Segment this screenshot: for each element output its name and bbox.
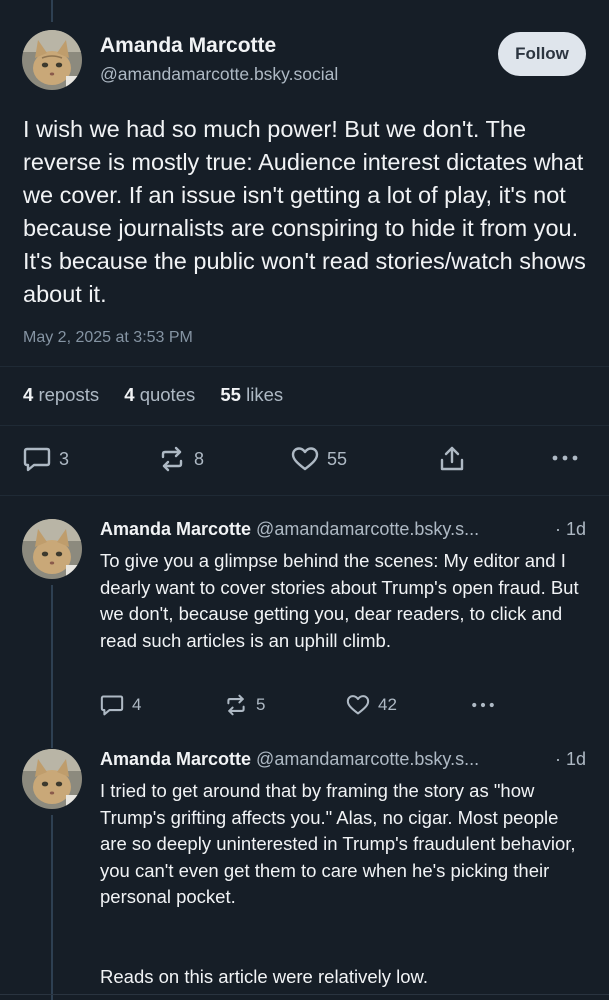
reply-author[interactable]: Amanda Marcotte @amandamarcotte.bsky.s..… [100,519,479,540]
speech-bubble-icon [100,695,124,716]
post-text: I wish we had so much power! But we don'… [23,116,586,307]
thread-line-top [51,0,53,22]
repost-count: 5 [256,695,266,714]
reply-avatar[interactable] [22,749,82,809]
repost-button[interactable]: 8 [158,446,204,472]
more-dots-icon [552,455,578,461]
repost-button[interactable]: 5 [224,694,265,716]
repost-count: 8 [194,448,205,469]
reply-count: 4 [132,695,142,714]
cat-avatar-image [22,30,82,90]
reply-text: I tried to get around that by framing th… [100,780,576,907]
author-handle[interactable]: @amandamarcotte.bsky.social [100,64,338,85]
bottom-border [0,994,609,995]
heart-icon [346,695,370,715]
quotes-label: quotes [139,384,196,405]
like-button[interactable]: 42 [346,694,397,716]
follow-button[interactable]: Follow [498,32,586,76]
reply-count: 3 [59,448,70,469]
reposts-label: reposts [38,384,100,405]
speech-bubble-icon [23,447,51,472]
quotes-stat[interactable]: 4 quotes [124,384,195,405]
reply-author-name: Amanda Marcotte [100,519,252,539]
thread-line [51,585,53,742]
cat-avatar-image [22,519,82,579]
author-avatar[interactable] [22,30,82,90]
reply-text-continued: Reads on this article were relatively lo… [100,966,429,987]
quotes-count: 4 [124,384,135,405]
heart-icon [291,447,319,471]
reply-button[interactable]: 4 [100,694,141,716]
cat-avatar-image [22,749,82,809]
likes-count: 55 [220,384,241,405]
divider [0,366,609,367]
share-button[interactable] [439,445,465,473]
reply-text: To give you a glimpse behind the scenes:… [100,550,579,651]
author-name[interactable]: Amanda Marcotte [100,34,276,58]
reply-button[interactable]: 3 [23,446,69,472]
reply-author-handle: @amandamarcotte.bsky.s... [256,519,480,539]
more-button[interactable] [552,450,578,466]
post-timestamp: May 2, 2025 at 3:53 PM [23,329,193,346]
reply-time[interactable]: · 1d [555,519,586,540]
repost-arrows-icon [227,694,245,716]
divider [0,425,609,426]
reply-avatar[interactable] [22,519,82,579]
divider [0,495,609,496]
like-count: 55 [327,448,348,469]
like-button[interactable]: 55 [291,446,347,472]
repost-arrows-icon [161,446,183,472]
thread-line [51,730,53,748]
share-upload-icon [440,446,464,471]
reply-author-handle: @amandamarcotte.bsky.s... [256,749,480,769]
more-dots-icon [472,702,494,708]
post-stats: 4 reposts 4 quotes 55 likes [23,384,303,406]
thread-line [51,815,53,1000]
likes-stat[interactable]: 55 likes [220,384,283,405]
reply-author[interactable]: Amanda Marcotte @amandamarcotte.bsky.s..… [100,749,479,770]
likes-label: likes [246,384,284,405]
more-button[interactable] [471,698,495,712]
reposts-stat[interactable]: 4 reposts [23,384,99,405]
reply-time[interactable]: · 1d [555,749,586,770]
reply-author-name: Amanda Marcotte [100,749,252,769]
like-count: 42 [378,695,397,714]
reposts-count: 4 [23,384,34,405]
